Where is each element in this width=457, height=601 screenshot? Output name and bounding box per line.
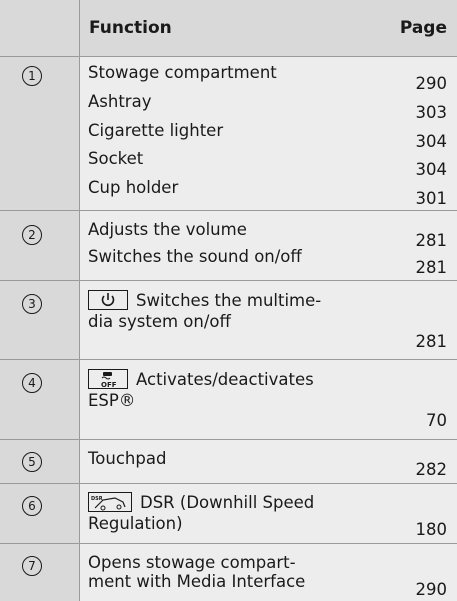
row-function-line2: ESP® [88, 390, 136, 410]
row-page: 290 [415, 580, 448, 599]
table-row: Touchpad 282 [88, 449, 447, 479]
row-function-line2: ment with Media Interface [88, 572, 306, 591]
section-1: 1 Stowage compartment 290 Ashtray 303 Ci… [0, 57, 457, 211]
dsr-icon: DSR [88, 491, 132, 512]
table-row: Stowage compartment 290 [88, 63, 447, 93]
callout-number: 1 [22, 66, 42, 86]
table-row: Adjusts the volume 281 [88, 220, 447, 250]
row-page: 70 [426, 411, 447, 430]
section-2: 2 Adjusts the volume 281 Switches the so… [0, 211, 457, 281]
section-7: 7 Opens stowage compart- ment with Media… [0, 544, 457, 601]
table-row: Cigarette lighter 304 [88, 121, 447, 151]
power-icon [88, 289, 128, 310]
table-row: Cup holder 301 [88, 178, 447, 208]
callout-number: 3 [22, 294, 42, 314]
svg-text:DSR: DSR [91, 496, 103, 502]
header-function: Function [89, 18, 172, 38]
table-row: Socket 304 [88, 149, 447, 179]
section-5: 5 Touchpad 282 [0, 440, 457, 484]
callout-number: 4 [22, 373, 42, 393]
column-divider [79, 0, 80, 601]
row-function: Socket [88, 149, 144, 168]
callout-number: 5 [22, 452, 42, 472]
row-page: 281 [415, 332, 448, 351]
row-function-line1: Activates/deactivates [136, 370, 314, 389]
table-row: OFF Activates/deactivates ESP® 70 [88, 368, 447, 430]
row-page: 290 [415, 74, 448, 93]
row-function: Cigarette lighter [88, 121, 224, 140]
row-function-line1: Opens stowage compart- [88, 553, 296, 572]
row-function: Stowage compartment [88, 63, 277, 82]
row-function: Touchpad [88, 449, 167, 468]
table-row: DSR DSR (Downhill Speed Regulation) 180 [88, 491, 448, 539]
row-function: Cup holder [88, 178, 179, 197]
row-function: Switches the sound on/off [88, 247, 302, 266]
row-page: 303 [415, 103, 448, 122]
callout-number: 6 [22, 496, 42, 516]
table-row: Switches the sound on/off 281 [88, 247, 447, 277]
row-function: Ashtray [88, 92, 152, 111]
section-4: 4 OFF Activates/deactivates ESP® 70 [0, 360, 457, 440]
row-page: 282 [415, 460, 448, 479]
row-function-line2: Regulation) [88, 513, 183, 533]
row-page: 304 [415, 160, 448, 179]
row-function: Adjusts the volume [88, 220, 247, 239]
row-page: 301 [415, 189, 448, 208]
header-page: Page [399, 18, 447, 38]
row-page: 180 [415, 520, 448, 539]
callout-number: 7 [22, 556, 42, 576]
row-function-line2: dia system on/off [88, 311, 231, 331]
svg-text:OFF: OFF [101, 381, 117, 388]
row-page: 281 [415, 258, 448, 277]
table-row: Ashtray 303 [88, 92, 447, 122]
callout-number: 2 [22, 225, 42, 245]
table-row: Switches the multime- dia system on/off … [88, 289, 448, 351]
table-header: Function Page [0, 0, 457, 57]
section-3: 3 Switches the multime- dia system on/of… [0, 281, 457, 360]
esp-off-icon: OFF [88, 368, 128, 389]
row-function-line1: DSR (Downhill Speed [140, 493, 315, 512]
row-function-line1: Switches the multime- [136, 291, 322, 310]
section-6: 6 DSR DSR (Downhill Speed Regulation) 18… [0, 484, 457, 544]
table-row: Opens stowage compart- ment with Media I… [88, 553, 447, 599]
